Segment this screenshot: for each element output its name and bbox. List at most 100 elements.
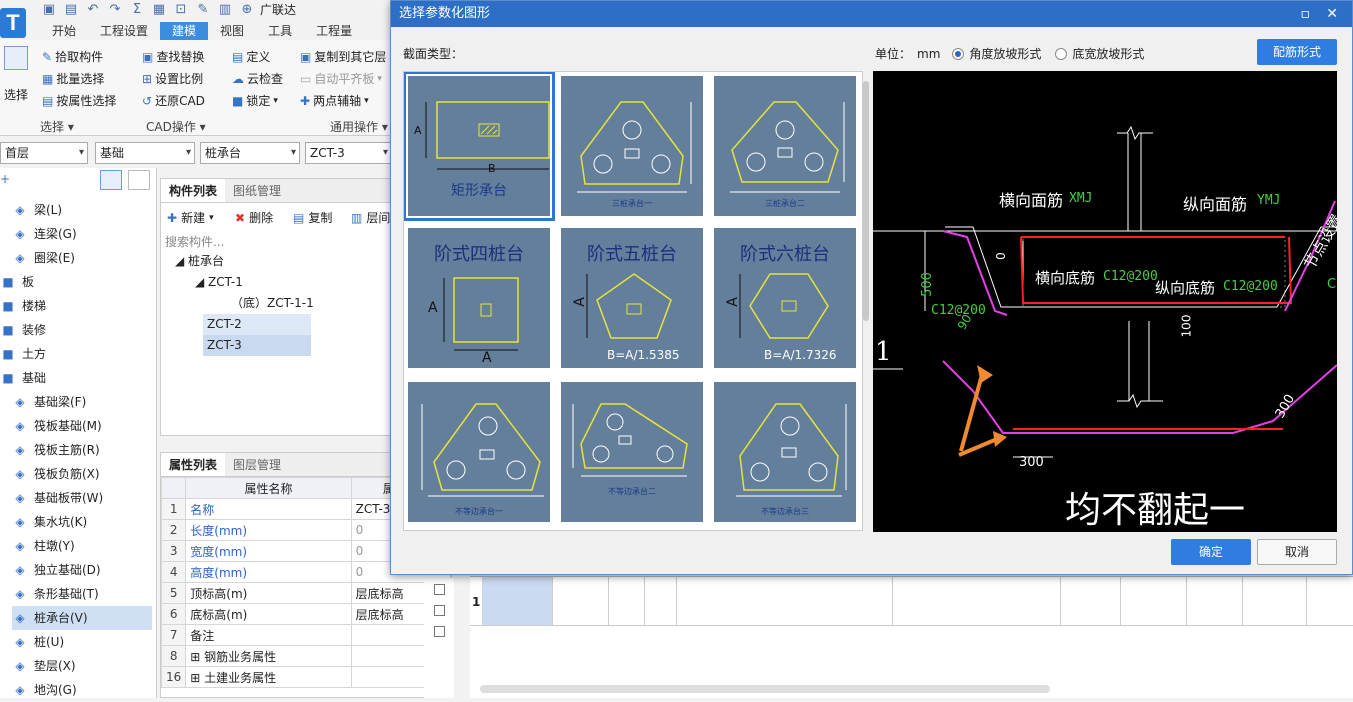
nav-item-4[interactable]: ■ 楼梯 — [0, 294, 46, 318]
tab-start[interactable]: 开始 — [40, 22, 88, 40]
app-logo[interactable]: T — [0, 8, 26, 38]
property-row[interactable]: 16 ⊞ 土建业务属性 — [160, 666, 452, 688]
tab-property-list[interactable]: 属性列表 — [161, 453, 226, 476]
nav-item-10[interactable]: ◈ 筏板主筋(R) — [12, 438, 99, 462]
list-view-icon[interactable] — [100, 170, 122, 190]
nav-item-20[interactable]: ◈ 地沟(G) — [12, 678, 76, 702]
add-icon[interactable]: ⊕ — [238, 2, 256, 18]
undo-icon[interactable]: ↶ — [84, 2, 102, 18]
property-row[interactable]: 8 ⊞ 钢筋业务属性 — [160, 645, 452, 667]
thumb-stepped-five-pile[interactable]: 阶式五桩台 A B=A/1.5385 — [561, 228, 703, 368]
nav-item-13[interactable]: ◈ 集水坑(K) — [12, 510, 87, 534]
floor-select[interactable]: 首层 — [0, 142, 88, 164]
batch-select-button[interactable]: ▦ 批量选择 — [42, 70, 104, 87]
radio-bottom-width-slope[interactable]: 底宽放坡形式 — [1055, 45, 1144, 62]
thumb-stepped-six-pile[interactable]: 阶式六桩台 A B=A/1.7326 — [714, 228, 856, 368]
lock-button[interactable]: ■ 锁定 ▾ — [232, 92, 278, 109]
expand-icon[interactable]: ⊞ — [190, 671, 204, 685]
thumb-unequal-3[interactable]: 不等边承台三 — [714, 382, 856, 522]
thumb-three-pile-1[interactable]: 三桩承台一 — [561, 76, 703, 216]
tab-view[interactable]: 视图 — [208, 22, 256, 40]
nav-item-16[interactable]: ◈ 条形基础(T) — [12, 582, 98, 606]
cancel-button[interactable]: 取消 — [1257, 539, 1337, 565]
nav-item-14[interactable]: ◈ 柱墩(Y) — [12, 534, 74, 558]
tree-node-zct1[interactable]: ◢ ZCT-1 — [191, 272, 247, 293]
tab-drawing-manage[interactable]: 图纸管理 — [225, 179, 289, 202]
thumb-three-pile-2[interactable]: 三桩承台二 — [714, 76, 856, 216]
component-select[interactable]: ZCT-3 — [305, 142, 392, 164]
maximize-icon[interactable]: ▫ — [1301, 1, 1311, 27]
nav-item-17[interactable]: ◈ 桩承台(V) — [12, 606, 152, 630]
tab-layer-manage[interactable]: 图层管理 — [225, 453, 289, 476]
nav-item-5[interactable]: ■ 装修 — [0, 318, 46, 342]
define-button[interactable]: ▤ 定义 — [232, 48, 270, 65]
grid-selected-cell[interactable] — [482, 577, 552, 625]
plus-icon[interactable]: + — [0, 172, 10, 186]
nav-item-3[interactable]: ■ 板 — [0, 270, 34, 294]
group-cad[interactable]: CAD操作 ▾ — [146, 118, 206, 135]
radio-angle-slope[interactable]: 角度放坡形式 — [952, 45, 1041, 62]
rebar-form-button[interactable]: 配筋形式 — [1257, 39, 1337, 65]
category-select[interactable]: 基础 — [95, 142, 195, 164]
new-button[interactable]: ✚ 新建 ▾ — [167, 209, 214, 226]
checkbox-remark[interactable] — [434, 626, 445, 637]
interlayer-button[interactable]: ▥ 层间 — [351, 209, 390, 226]
doc-icon[interactable]: ▦ — [150, 2, 168, 18]
nav-item-2[interactable]: ◈ 圈梁(E) — [12, 246, 75, 270]
select-by-attr-button[interactable]: ▤ 按属性选择 — [42, 92, 116, 109]
tree-node-zct3[interactable]: ZCT-3 — [203, 335, 311, 356]
tree-node-pile-cap[interactable]: ◢ 桩承台 — [171, 251, 228, 272]
tree-node-zct2[interactable]: ZCT-2 — [203, 314, 311, 335]
nav-item-6[interactable]: ■ 土方 — [0, 342, 46, 366]
thumb-stepped-four-pile[interactable]: 阶式四桩台 A A — [408, 228, 550, 368]
copy-to-layer-button[interactable]: ▣ 复制到其它层 — [300, 48, 386, 65]
nav-item-15[interactable]: ◈ 独立基础(D) — [12, 558, 100, 582]
tree-node-zct1-1[interactable]: （底）ZCT-1-1 — [227, 293, 318, 314]
nav-item-18[interactable]: ◈ 桩(U) — [12, 630, 64, 654]
thumb-unequal-2[interactable]: 不等边承台二 — [561, 382, 703, 522]
group-common[interactable]: 通用操作 ▾ — [330, 118, 388, 135]
redo-icon[interactable]: ↷ — [106, 2, 124, 18]
ok-button[interactable]: 确定 — [1171, 539, 1251, 565]
property-row[interactable]: 6 底标高(m) 层底标高 — [160, 603, 452, 625]
property-row[interactable]: 7 备注 — [160, 624, 452, 646]
open-icon[interactable]: ▤ — [62, 2, 80, 18]
group-select[interactable]: 选择 ▾ — [40, 118, 74, 135]
expand-icon[interactable]: ⊞ — [190, 650, 204, 664]
tab-modeling[interactable]: 建模 — [160, 22, 209, 40]
checkbox-top-elev[interactable] — [434, 584, 445, 595]
nav-item-9[interactable]: ◈ 筏板基础(M) — [12, 414, 101, 438]
type-select[interactable]: 桩承台 — [200, 142, 300, 164]
cloud-check-button[interactable]: ☁ 云检查 — [232, 70, 283, 87]
checkbox-bottom-elev[interactable] — [434, 605, 445, 616]
tab-project-settings[interactable]: 工程设置 — [88, 22, 160, 40]
sum-icon[interactable]: Σ — [128, 2, 146, 18]
tab-component-list[interactable]: 构件列表 — [161, 179, 226, 202]
nav-item-7[interactable]: ■ 基础 — [0, 366, 46, 390]
nav-item-19[interactable]: ◈ 垫层(X) — [12, 654, 75, 678]
tab-quantity[interactable]: 工程量 — [304, 22, 364, 40]
tile-view-icon[interactable] — [128, 170, 150, 190]
select-button[interactable]: 选择 — [2, 46, 30, 106]
delete-button[interactable]: ✖ 删除 — [235, 209, 273, 226]
horizontal-scrollbar[interactable] — [480, 685, 1050, 693]
two-point-axis-button[interactable]: ✚ 两点辅轴 ▾ — [300, 92, 369, 109]
save-icon[interactable]: ▣ — [40, 2, 58, 18]
tab-tools[interactable]: 工具 — [256, 22, 304, 40]
find-replace-button[interactable]: ▣ 查找替换 — [142, 48, 204, 65]
nav-item-0[interactable]: ◈ 梁(L) — [12, 198, 62, 222]
restore-cad-button[interactable]: ↺ 还原CAD — [142, 92, 205, 109]
set-scale-button[interactable]: ⊞ 设置比例 — [142, 70, 203, 87]
grid-icon[interactable]: ▥ — [216, 2, 234, 18]
property-row[interactable]: 5 顶标高(m) 层底标高 — [160, 582, 452, 604]
nav-item-12[interactable]: ◈ 基础板带(W) — [12, 486, 103, 510]
nav-item-1[interactable]: ◈ 连梁(G) — [12, 222, 76, 246]
zoom-icon[interactable]: ⊡ — [172, 2, 190, 18]
component-search-input[interactable]: 搜索构件... — [165, 233, 389, 251]
thumb-rect-cap[interactable]: A B 矩形承台 — [404, 72, 555, 221]
gallery-scrollbar[interactable] — [863, 81, 869, 321]
thumb-unequal-1[interactable]: 不等边承台一 — [408, 382, 550, 522]
nav-item-11[interactable]: ◈ 筏板负筋(X) — [12, 462, 99, 486]
auto-level-slab-button[interactable]: ▭ 自动平齐板 ▾ — [300, 70, 382, 87]
pick-component-button[interactable]: ✎ 拾取构件 — [42, 48, 103, 65]
